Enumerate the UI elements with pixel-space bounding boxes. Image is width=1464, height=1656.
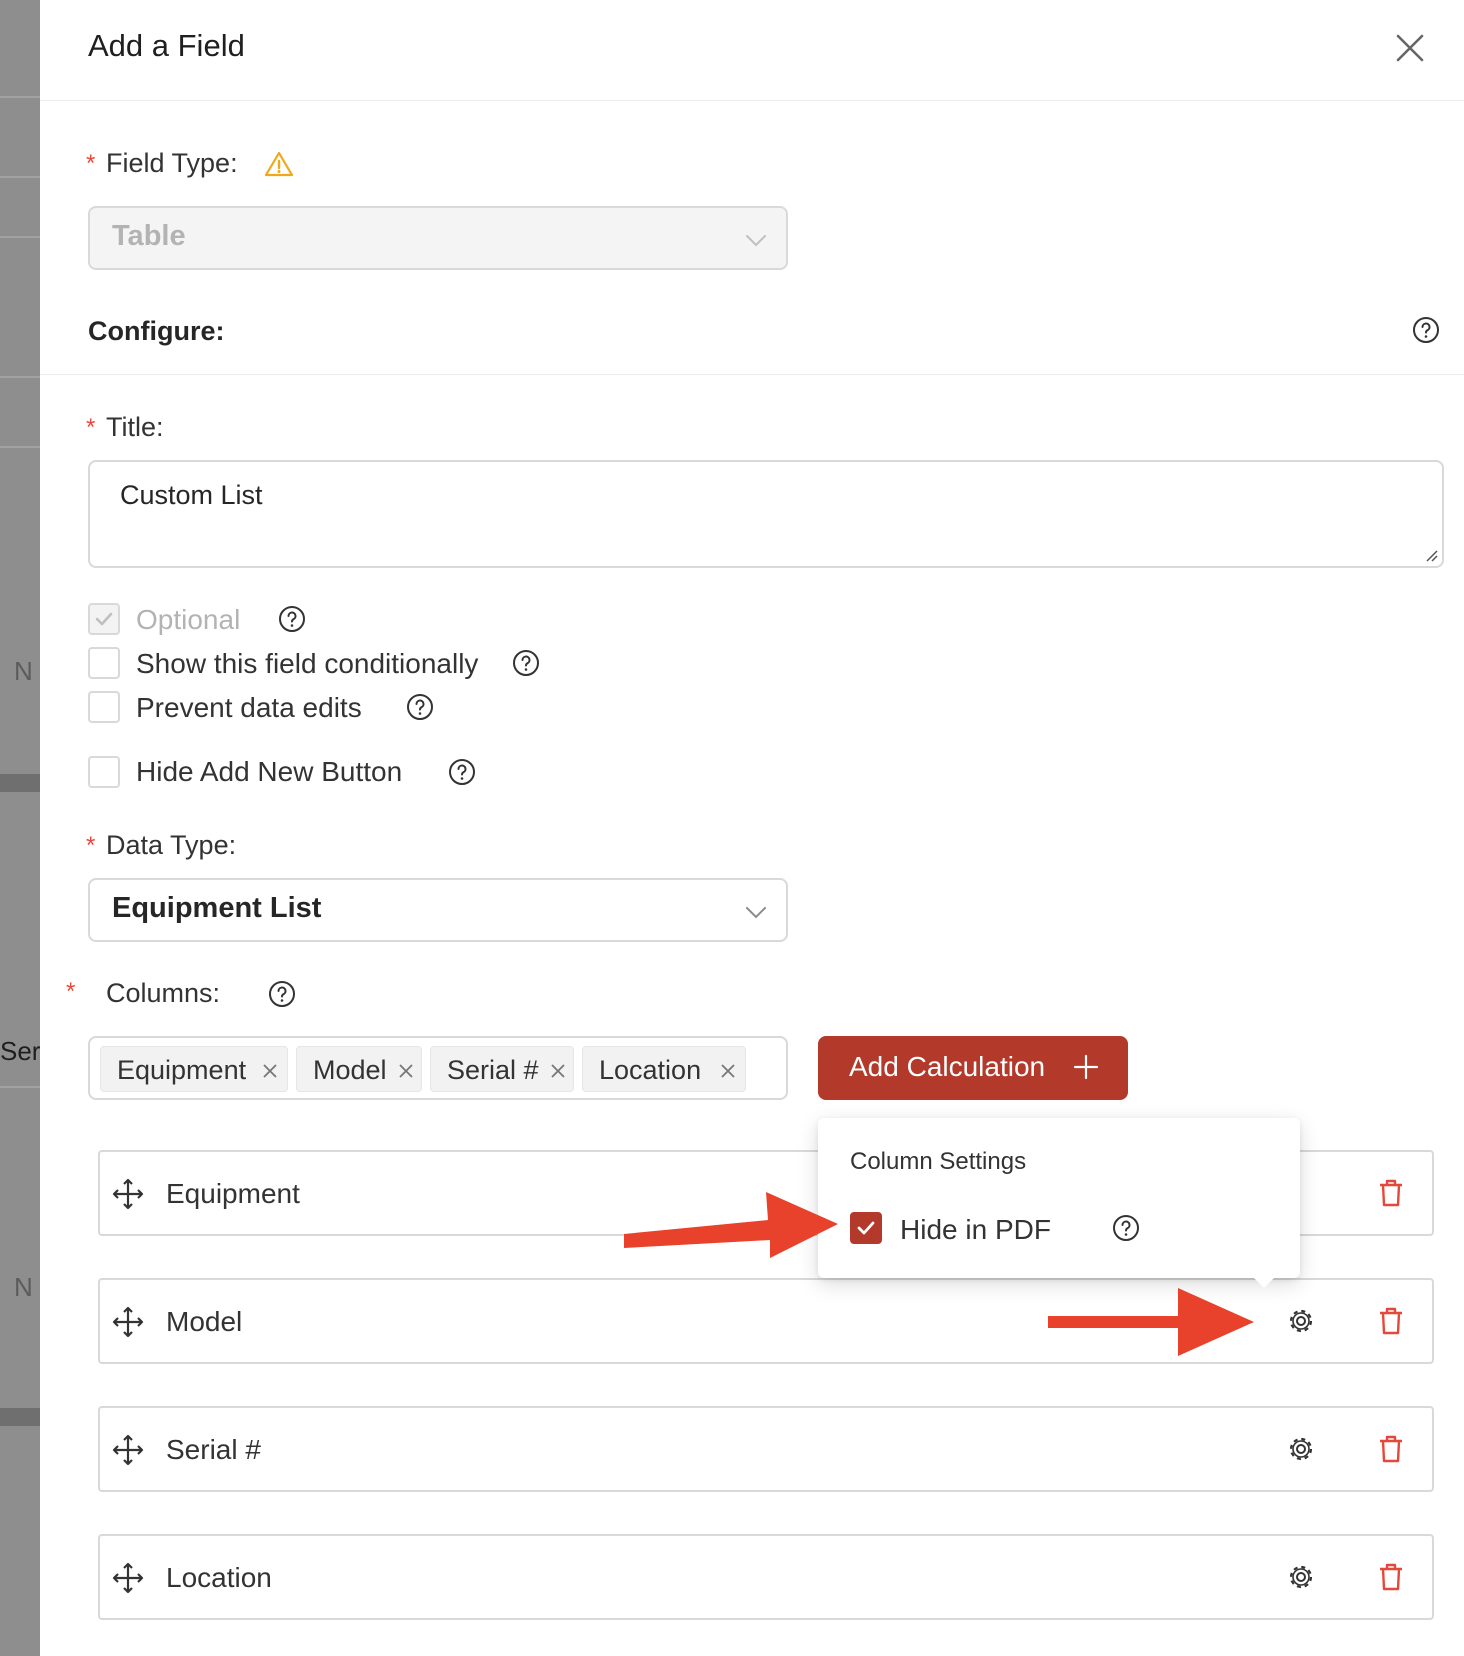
remove-tag-icon[interactable] [719, 1062, 737, 1080]
move-icon[interactable] [112, 1562, 144, 1594]
modal-header: Add a Field [40, 0, 1464, 101]
add-field-modal: Add a Field * Field Type: Table Configur… [40, 0, 1464, 1656]
gear-icon[interactable] [1286, 1306, 1316, 1336]
prevent-edits-checkbox[interactable] [88, 691, 120, 723]
column-name: Location [166, 1562, 272, 1593]
backdrop-band [0, 1408, 40, 1426]
hide-in-pdf-label: Hide in PDF [900, 1214, 1051, 1245]
help-icon[interactable] [268, 980, 296, 1008]
field-type-label: Field Type: [106, 148, 238, 178]
data-type-value: Equipment List [112, 892, 322, 924]
section-divider [40, 374, 1464, 375]
help-icon[interactable] [512, 649, 540, 677]
column-tag-label: Serial # [447, 1055, 539, 1085]
column-row: Serial # [98, 1406, 1434, 1492]
backdrop-line [0, 1086, 40, 1088]
annotation-arrow-icon [624, 1192, 838, 1258]
field-type-select[interactable]: Table [88, 206, 788, 270]
gear-icon[interactable] [1286, 1434, 1316, 1464]
required-marker: * [66, 978, 76, 1005]
data-type-select[interactable]: Equipment List [88, 878, 788, 942]
title-input[interactable]: Custom List [88, 460, 1444, 568]
annotation-arrow-icon [1048, 1288, 1254, 1356]
column-tag-label: Location [599, 1055, 702, 1085]
backdrop-band [0, 774, 40, 792]
column-tag: Model [296, 1046, 422, 1092]
remove-tag-icon[interactable] [549, 1062, 567, 1080]
move-icon[interactable] [112, 1178, 144, 1210]
close-icon[interactable] [1392, 30, 1428, 66]
column-tag: Serial # [430, 1046, 574, 1092]
warning-icon [264, 151, 294, 177]
chevron-down-icon [746, 235, 766, 247]
backdrop-line [0, 236, 40, 238]
trash-icon[interactable] [1376, 1306, 1406, 1336]
prevent-edits-label: Prevent data edits [136, 692, 362, 723]
resize-grip-icon[interactable] [1422, 546, 1438, 562]
backdrop-text: N [14, 656, 33, 686]
column-name: Model [166, 1306, 243, 1337]
chevron-down-icon [746, 907, 766, 919]
optional-checkbox[interactable] [88, 603, 120, 635]
help-icon[interactable] [448, 758, 476, 786]
column-tag: Equipment [100, 1046, 288, 1092]
move-icon[interactable] [112, 1306, 144, 1338]
modal-title: Add a Field [88, 28, 245, 63]
hide-in-pdf-checkbox[interactable] [850, 1212, 882, 1244]
backdrop-line [0, 446, 40, 448]
backdrop-line [0, 176, 40, 178]
remove-tag-icon[interactable] [397, 1062, 415, 1080]
help-icon[interactable] [406, 693, 434, 721]
required-marker: * [86, 150, 96, 177]
required-marker: * [86, 832, 96, 859]
check-icon [857, 1221, 875, 1235]
remove-tag-icon[interactable] [261, 1062, 279, 1080]
data-type-label: Data Type: [106, 830, 237, 860]
required-marker: * [86, 414, 96, 441]
title-value: Custom List [120, 480, 263, 510]
trash-icon[interactable] [1376, 1434, 1406, 1464]
add-calculation-label: Add Calculation [849, 1051, 1046, 1082]
backdrop-line [0, 96, 40, 98]
help-icon[interactable] [278, 605, 306, 633]
show-conditionally-label: Show this field conditionally [136, 648, 479, 679]
gear-icon[interactable] [1286, 1562, 1316, 1592]
backdrop-line [0, 376, 40, 378]
show-conditionally-checkbox[interactable] [88, 647, 120, 679]
backdrop-text: Ser [0, 1036, 40, 1066]
column-tag-label: Model [313, 1055, 387, 1085]
hide-add-new-checkbox[interactable] [88, 756, 120, 788]
field-type-value: Table [112, 220, 186, 252]
backdrop-text: N [14, 1272, 33, 1302]
plus-icon [1073, 1054, 1099, 1080]
hide-add-new-label: Hide Add New Button [136, 756, 403, 787]
column-settings-title: Column Settings [850, 1148, 1027, 1175]
column-name: Equipment [166, 1178, 300, 1209]
trash-icon[interactable] [1376, 1562, 1406, 1592]
add-calculation-button[interactable]: Add Calculation [818, 1036, 1128, 1100]
column-tag: Location [582, 1046, 746, 1092]
column-row: Location [98, 1534, 1434, 1620]
help-icon[interactable] [1112, 1214, 1140, 1242]
trash-icon[interactable] [1376, 1178, 1406, 1208]
help-icon[interactable] [1412, 316, 1440, 344]
configure-label: Configure: [88, 316, 225, 346]
check-icon [95, 612, 113, 626]
columns-label: Columns: [106, 978, 221, 1008]
optional-label: Optional [136, 604, 241, 635]
move-icon[interactable] [112, 1434, 144, 1466]
column-settings-popover: Column Settings Hide in PDF [818, 1118, 1300, 1288]
page-backdrop: N Ser N [0, 0, 40, 1656]
column-name: Serial # [166, 1434, 261, 1465]
column-tag-label: Equipment [117, 1055, 247, 1085]
title-label: Title: [106, 412, 164, 442]
columns-select[interactable]: Equipment Model Serial # Location [88, 1036, 788, 1100]
